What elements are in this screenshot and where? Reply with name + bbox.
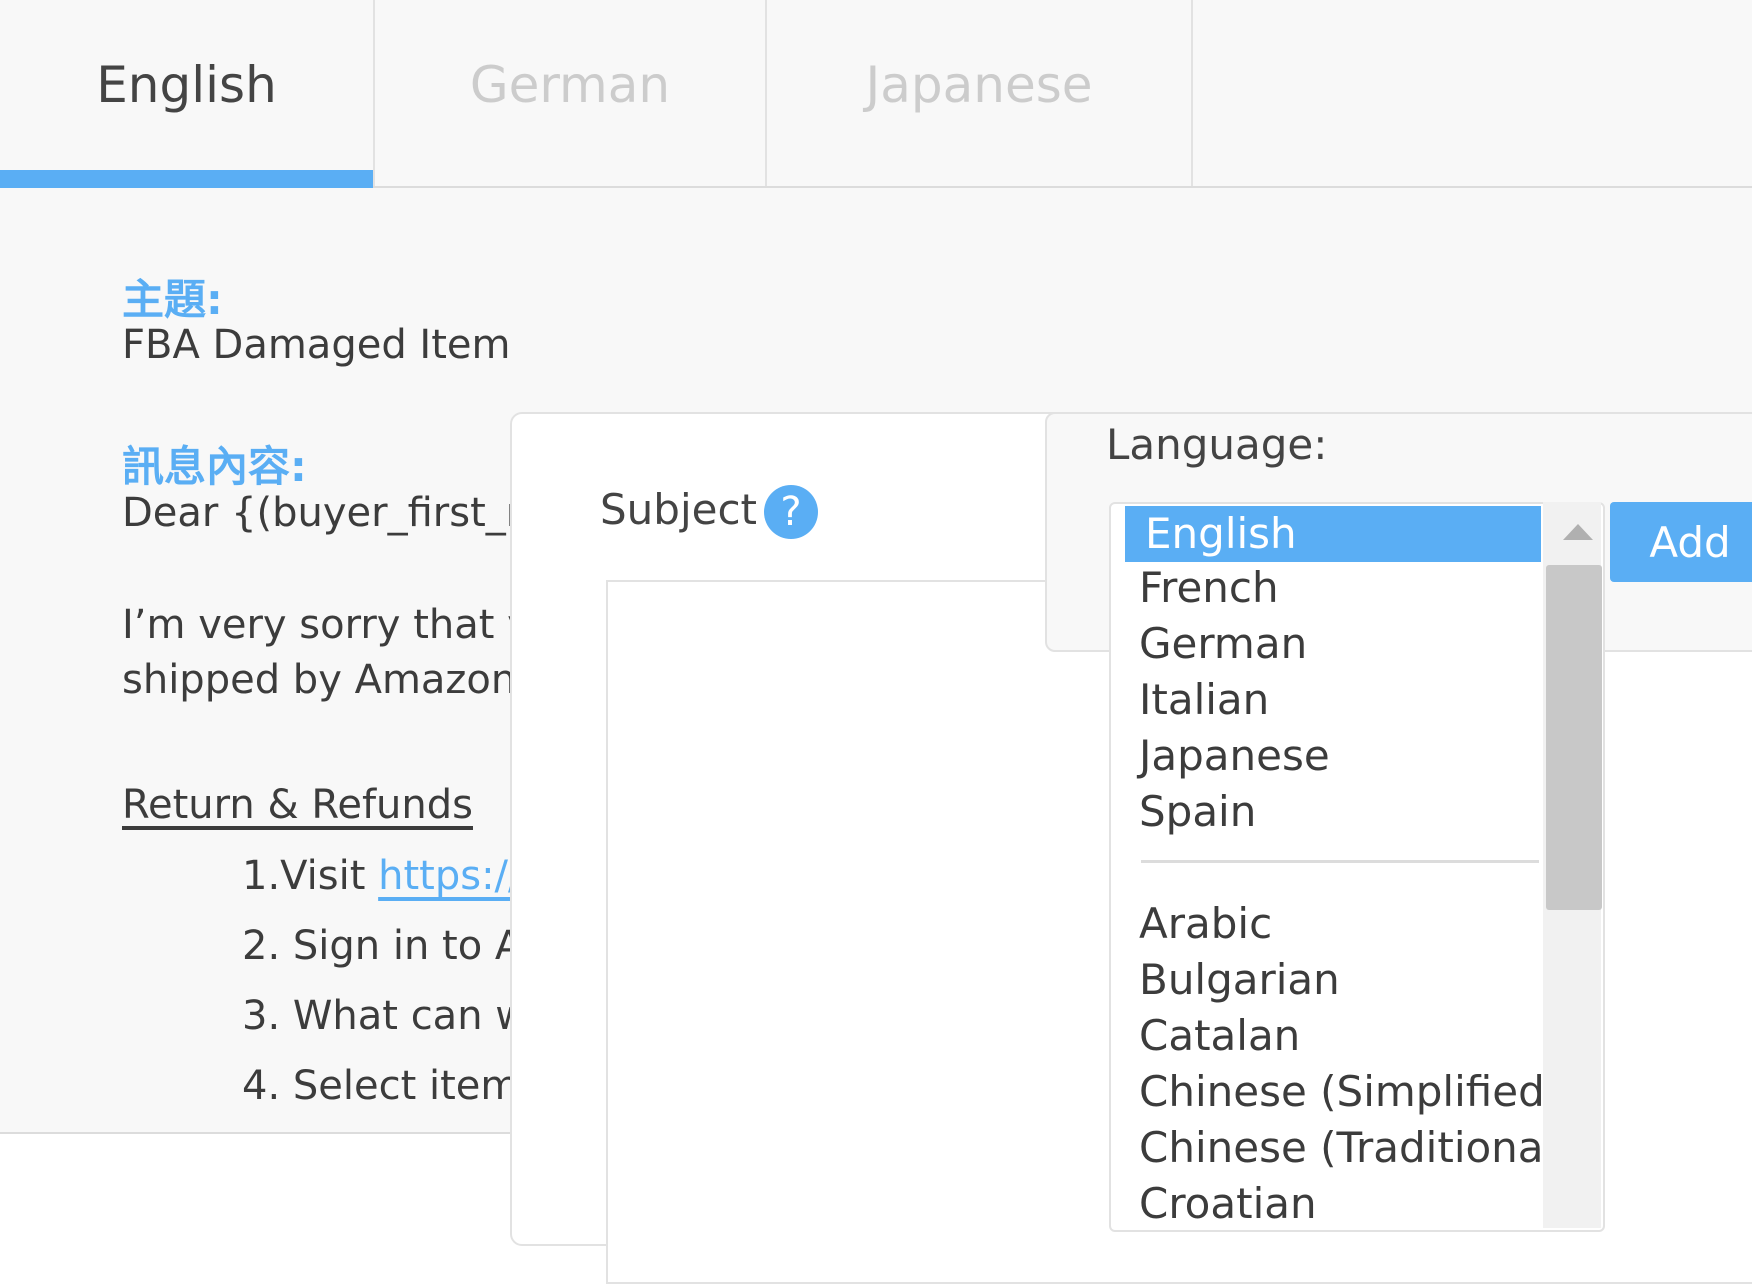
tab-german[interactable]: German <box>373 0 765 186</box>
subject-heading: 主題: <box>122 275 223 324</box>
step-1-link[interactable]: https:// <box>378 853 521 899</box>
step-3: 3. What can w <box>242 993 528 1039</box>
language-option-chinese-simplified[interactable]: Chinese (Simplified) <box>1111 1064 1561 1120</box>
language-label: Language: <box>1106 420 1328 469</box>
add-language-button[interactable]: Add <box>1610 502 1752 582</box>
message-line-sorry-2: shipped by Amazon <box>122 657 517 703</box>
language-option-spain[interactable]: Spain <box>1111 784 1541 840</box>
language-option-catalan[interactable]: Catalan <box>1111 1008 1541 1064</box>
subject-value: FBA Damaged Item <box>122 322 511 368</box>
language-option-german[interactable]: German <box>1111 616 1541 672</box>
language-option-chinese-traditional[interactable]: Chinese (Traditional) <box>1111 1120 1572 1176</box>
tab-english[interactable]: English <box>0 0 373 188</box>
message-heading: 訊息內容: <box>122 442 307 491</box>
modal-subject-label: Subject <box>600 485 758 534</box>
returns-heading: Return & Refunds <box>122 782 473 828</box>
active-tab-indicator <box>0 170 373 188</box>
language-option-italian[interactable]: Italian <box>1111 672 1541 728</box>
step-2: 2. Sign in to Ar <box>242 923 539 969</box>
message-line-dear: Dear {(buyer_first_n <box>122 490 532 536</box>
language-option-croatian[interactable]: Croatian <box>1111 1176 1541 1230</box>
language-list-divider <box>1141 860 1539 863</box>
scrollbar-thumb[interactable] <box>1546 565 1602 910</box>
tab-japanese-label: Japanese <box>865 56 1093 114</box>
language-option-french[interactable]: French <box>1111 560 1541 616</box>
tab-japanese[interactable]: Japanese <box>765 0 1193 186</box>
tab-english-label: English <box>96 56 277 114</box>
language-option-arabic[interactable]: Arabic <box>1111 896 1541 952</box>
language-tabs: English German Japanese <box>0 0 1752 188</box>
language-option-bulgarian[interactable]: Bulgarian <box>1111 952 1541 1008</box>
step-1: 1.Visit https:// <box>242 853 522 899</box>
scroll-up-arrow-icon[interactable] <box>1563 524 1593 540</box>
step-4: 4. Select item <box>242 1063 520 1109</box>
tab-german-label: German <box>469 56 671 114</box>
language-option-english[interactable]: English <box>1125 506 1541 562</box>
step-1-prefix: 1.Visit <box>242 853 379 899</box>
message-line-sorry-1: I’m very sorry that yo <box>122 602 556 648</box>
help-icon[interactable]: ? <box>764 485 818 539</box>
language-option-japanese[interactable]: Japanese <box>1111 728 1541 784</box>
language-dropdown-list[interactable]: English French German Italian Japanese S… <box>1109 502 1605 1232</box>
